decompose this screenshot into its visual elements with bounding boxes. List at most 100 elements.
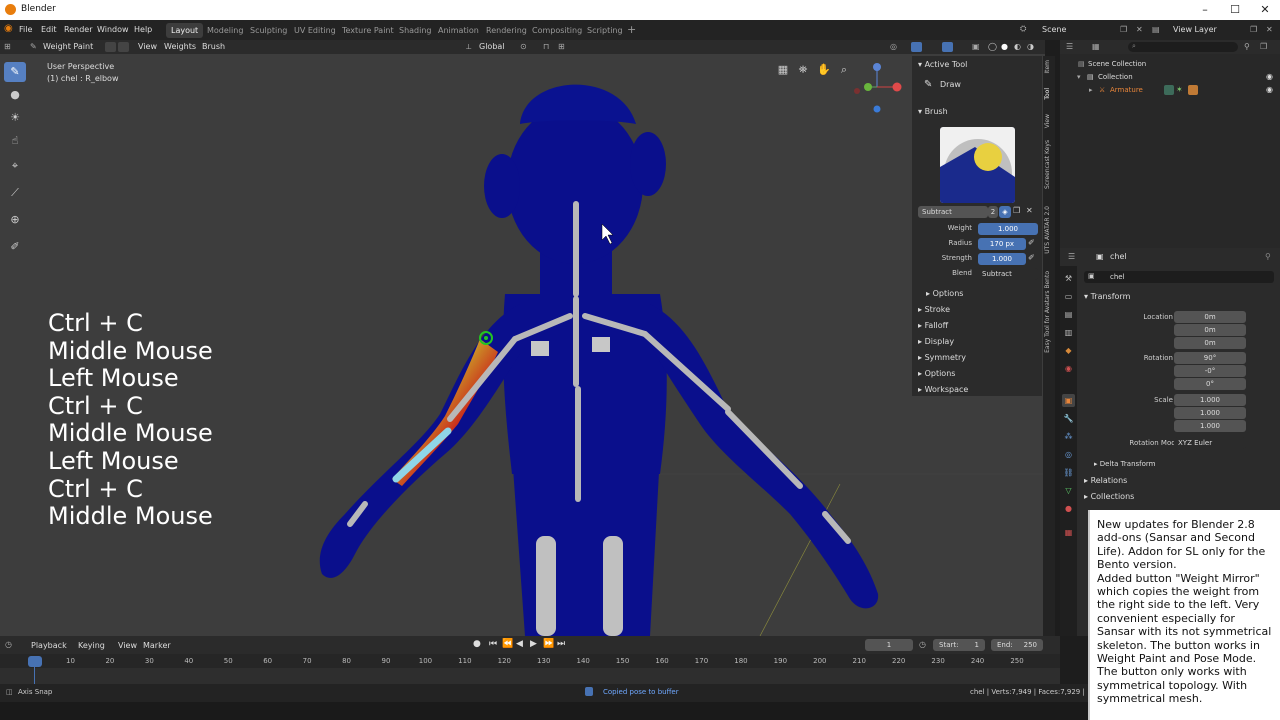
menu-render[interactable]: Render — [64, 25, 92, 34]
tab-item[interactable]: Item — [1044, 60, 1054, 74]
options-panel[interactable]: ▸ Options — [918, 369, 955, 378]
tab-uts-avatar[interactable]: UTS AVATAR 2.0 — [1044, 206, 1054, 254]
physics-tab-icon[interactable]: ◎ — [1062, 448, 1075, 461]
blur-tool-icon[interactable]: ● — [4, 85, 26, 105]
play-icon[interactable]: ▶ — [530, 639, 537, 649]
tab-texture-paint[interactable]: Texture Paint — [337, 23, 399, 38]
close-icon[interactable]: ✕ — [1250, 2, 1280, 18]
radius-pressure-icon[interactable]: ✐ — [1028, 238, 1035, 247]
delete-scene-icon[interactable]: ✕ — [1136, 25, 1143, 34]
timeline-editor-icon[interactable]: ◷ — [5, 640, 12, 649]
face-select-toggle[interactable] — [118, 42, 129, 52]
material-shading-icon[interactable]: ◐ — [1014, 42, 1021, 51]
rotation-z-field[interactable]: 0° — [1174, 378, 1246, 390]
tab-rendering[interactable]: Rendering — [481, 23, 532, 38]
xray-icon[interactable]: ▣ — [972, 42, 980, 51]
relations-panel[interactable]: ▸ Relations — [1084, 476, 1127, 485]
play-reverse-icon[interactable]: ◀ — [516, 639, 523, 649]
active-tool-header[interactable]: ▾ Active Tool — [918, 60, 967, 69]
pivot-icon[interactable]: ⊙ — [520, 42, 527, 51]
workspace-panel[interactable]: ▸ Workspace — [918, 385, 968, 394]
end-frame-field[interactable]: End: 250 — [991, 639, 1043, 651]
frame-ruler[interactable]: 1102030405060708090100110120130140150160… — [0, 654, 1060, 668]
menu-view[interactable]: View — [138, 42, 157, 51]
options-subpanel[interactable]: ▸ Options — [926, 289, 963, 298]
properties-editor-icon[interactable]: ☰ — [1068, 252, 1075, 261]
outliner-row-collection[interactable]: ▾ ▤ Collection ◉ — [1060, 71, 1280, 84]
orientation-selector[interactable]: Global — [479, 42, 505, 51]
fake-user-toggle[interactable]: ◈ — [999, 206, 1011, 218]
draw-tool-icon[interactable]: ✎ — [4, 62, 26, 82]
snap-icon[interactable]: ⊓ — [543, 42, 549, 51]
display-mode-icon[interactable]: ▦ — [1092, 42, 1100, 51]
outliner-editor-icon[interactable]: ☰ — [1066, 42, 1073, 51]
zoom-icon[interactable]: ⌕ — [836, 62, 852, 78]
tab-screencast-keys[interactable]: Screencast Keys — [1044, 140, 1054, 189]
radius-field[interactable]: 170 px — [978, 238, 1026, 250]
snap-target-icon[interactable]: ⊞ — [558, 42, 565, 51]
scene-name[interactable]: Scene — [1042, 25, 1066, 34]
menu-brush[interactable]: Brush — [202, 42, 225, 51]
brush-preview[interactable] — [940, 127, 1015, 203]
pan-hand-icon[interactable]: ✋ — [816, 62, 832, 78]
minimize-icon[interactable]: – — [1190, 2, 1220, 18]
display-panel[interactable]: ▸ Display — [918, 337, 954, 346]
jump-end-icon[interactable]: ⏭ — [557, 639, 565, 649]
view-layer-tab-icon[interactable]: ▥ — [1062, 326, 1075, 339]
data-tab-icon[interactable]: ▽ — [1062, 484, 1075, 497]
start-frame-field[interactable]: Start: 1 — [933, 639, 985, 651]
location-y-field[interactable]: 0m — [1174, 324, 1246, 336]
solid-shading-icon[interactable]: ● — [1001, 42, 1008, 51]
prev-keyframe-icon[interactable]: ⏪ — [502, 639, 513, 649]
menu-file[interactable]: File — [19, 25, 32, 34]
visibility-eye-icon[interactable]: ◉ — [1266, 72, 1273, 81]
menu-view-timeline[interactable]: View — [118, 641, 137, 650]
view-layer-name[interactable]: View Layer — [1173, 25, 1217, 34]
blender-menu-icon[interactable]: ◉ — [4, 23, 13, 34]
outliner-row-scene-collection[interactable]: ▤ Scene Collection — [1060, 58, 1280, 71]
gizmo-toggle[interactable] — [911, 42, 922, 52]
tab-layout[interactable]: Layout — [166, 23, 204, 38]
average-tool-icon[interactable]: ☀ — [4, 108, 26, 128]
gradient-tool-icon[interactable]: ⟋ — [4, 183, 26, 203]
particles-tab-icon[interactable]: ⁂ — [1062, 430, 1075, 443]
menu-weights[interactable]: Weights — [164, 42, 196, 51]
vertex-select-toggle[interactable] — [105, 42, 116, 52]
output-tab-icon[interactable]: ▤ — [1062, 308, 1075, 321]
modifiers-tab-icon[interactable]: 🔧 — [1062, 412, 1075, 425]
menu-marker[interactable]: Marker — [143, 641, 171, 650]
brush-header[interactable]: ▾ Brush — [918, 107, 948, 116]
overlay-toggle[interactable] — [942, 42, 953, 52]
menu-window[interactable]: Window — [97, 25, 129, 34]
preview-range-icon[interactable]: ◷ — [919, 640, 926, 649]
delete-view-layer-icon[interactable]: ✕ — [1266, 25, 1273, 34]
expand-arrow-icon[interactable]: ▸ — [1089, 86, 1093, 94]
tab-easy-tool-avatars[interactable]: Easy Tool for Avatars Bento — [1044, 271, 1054, 353]
3d-viewport[interactable]: ✎ ● ☀ ☝ ⌖ ⟋ ⊕ ✐ User Perspective (1) che… — [0, 54, 1045, 636]
strength-field[interactable]: 1.000 — [978, 253, 1026, 265]
texture-tab-icon[interactable]: ▦ — [1062, 526, 1075, 539]
filter-icon[interactable]: ⚲ — [1244, 42, 1250, 51]
rotation-y-field[interactable]: -0° — [1174, 365, 1246, 377]
tool-tab-icon[interactable]: ⚒ — [1062, 272, 1075, 285]
new-scene-icon[interactable]: ❐ — [1120, 25, 1127, 34]
rotation-mode-selector[interactable]: XYZ Euler — [1174, 437, 1246, 449]
menu-edit[interactable]: Edit — [41, 25, 57, 34]
collections-panel[interactable]: ▸ Collections — [1084, 492, 1134, 501]
scale-z-field[interactable]: 1.000 — [1174, 420, 1246, 432]
tab-animation[interactable]: Animation — [433, 23, 484, 38]
duplicate-brush-icon[interactable]: ❐ — [1013, 206, 1020, 215]
falloff-panel[interactable]: ▸ Falloff — [918, 321, 948, 330]
symmetry-panel[interactable]: ▸ Symmetry — [918, 353, 966, 362]
tab-view[interactable]: View — [1044, 114, 1054, 128]
scale-y-field[interactable]: 1.000 — [1174, 407, 1246, 419]
view-object-types-icon[interactable]: ◎ — [890, 42, 897, 51]
mode-selector[interactable]: Weight Paint — [43, 42, 93, 51]
render-tab-icon[interactable]: ▭ — [1062, 290, 1075, 303]
transform-tool-icon[interactable]: ⊕ — [4, 210, 26, 230]
brush-name-field[interactable]: Subtract — [918, 206, 988, 218]
camera-grid-icon[interactable]: ▦ — [775, 62, 791, 78]
constraints-tab-icon[interactable]: ⛓ — [1062, 466, 1075, 479]
new-collection-icon[interactable]: ❐ — [1260, 42, 1267, 51]
smear-tool-icon[interactable]: ☝ — [4, 131, 26, 151]
